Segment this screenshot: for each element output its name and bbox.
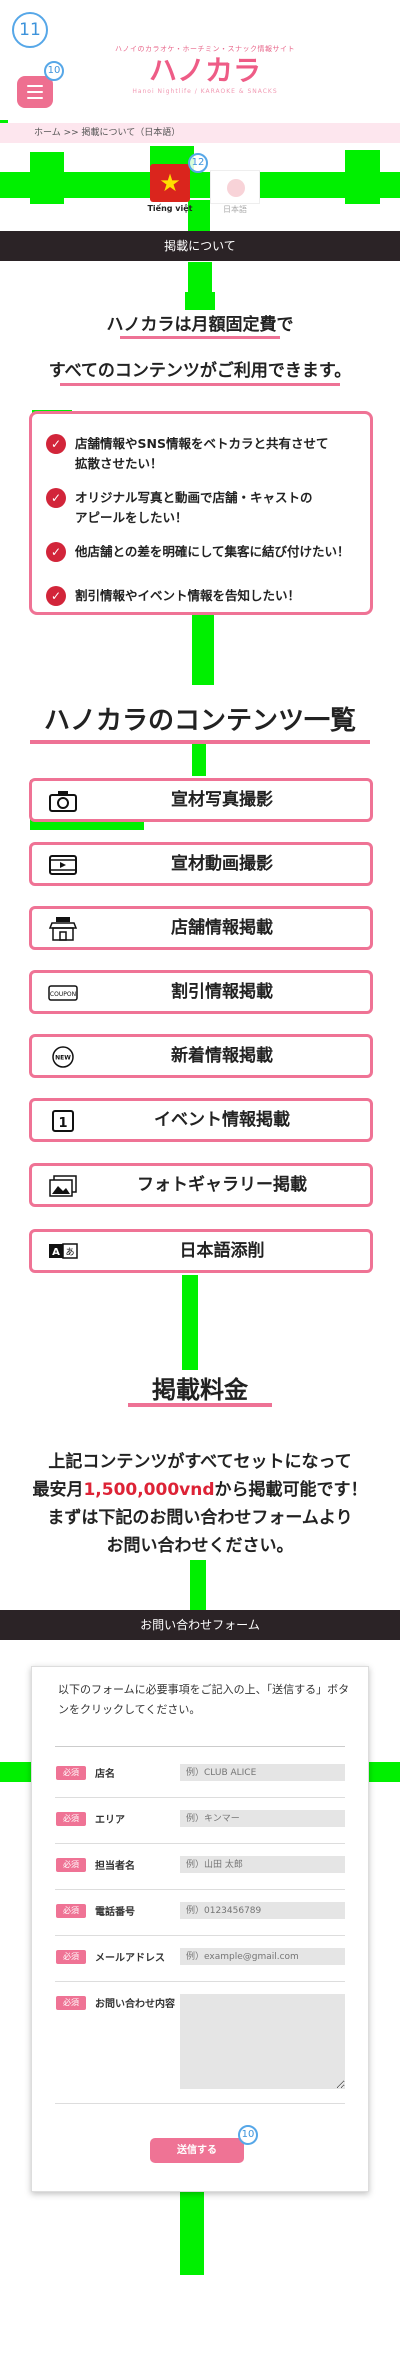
section-header-contact: お問い合わせフォーム — [0, 1610, 400, 1640]
fee-heading: 掲載料金 — [152, 1376, 248, 1404]
overlay-bar — [192, 740, 206, 776]
event-icon: 1 — [52, 1110, 74, 1132]
benefit-item: ✓ 店舗情報やSNS情報をベトカラと共有させて 拡散させたい！ — [46, 434, 356, 474]
content-item-gallery[interactable]: フォトギャラリー掲載 — [29, 1163, 373, 1207]
form-row-contact-person: 必須 担当者名 — [55, 1844, 345, 1890]
check-icon: ✓ — [46, 586, 66, 606]
benefit-item: ✓ 割引情報やイベント情報を告知したい！ — [46, 586, 356, 606]
overlay-badge: 11 — [12, 12, 48, 48]
email-input[interactable] — [180, 1948, 345, 1965]
star-icon: ★ — [159, 169, 181, 197]
submit-button[interactable]: 送信する — [150, 2138, 244, 2163]
content-item-event[interactable]: 1 イベント情報掲載 — [29, 1098, 373, 1142]
heading-underline — [120, 336, 280, 339]
required-badge: 必須 — [56, 1812, 86, 1826]
overlay-badge: 10 — [238, 2125, 258, 2145]
check-icon: ✓ — [46, 488, 66, 508]
intro-heading-line2: すべてのコンテンツがご利用できます。 — [48, 361, 352, 381]
content-item-translate[interactable]: Aあ 日本語添削 — [29, 1229, 373, 1273]
vietnam-flag-icon[interactable]: ★ — [150, 164, 190, 202]
section-header-about: 掲載について — [0, 231, 400, 261]
content-item-video[interactable]: 宣材動画撮影 — [29, 842, 373, 886]
benefit-item: ✓ 他店舗との差を明確にして集客に結び付けたい！ — [46, 542, 356, 562]
price-value: 1,500,000vnd — [83, 1480, 215, 1500]
overlay-bar — [188, 262, 212, 294]
fee-description: 上記コンテンツがすべてセットになって 最安月1,500,000vndから掲載可能… — [32, 1452, 368, 1556]
form-row-phone: 必須 電話番号 — [55, 1890, 345, 1936]
content-item-shop[interactable]: 店舗情報掲載 — [29, 906, 373, 950]
logo-title: ハノカラ — [148, 54, 261, 87]
site-logo[interactable]: ハノイのカラオケ・ホーチミン・スナック情報サイト ハノカラ Hanoi Nigh… — [100, 44, 310, 95]
breadcrumb[interactable]: ホーム >> 掲載について（日本語） — [0, 123, 400, 143]
form-row-area: 必須 エリア — [55, 1798, 345, 1844]
form-row-message: 必須 お問い合わせ内容 — [55, 1982, 345, 2104]
required-badge: 必須 — [56, 1950, 86, 1964]
message-textarea[interactable] — [180, 1994, 345, 2089]
content-item-news[interactable]: NEW 新着情報掲載 — [29, 1034, 373, 1078]
overlay-bar — [192, 615, 214, 685]
required-badge: 必須 — [56, 1858, 86, 1872]
gallery-icon — [49, 1175, 77, 1197]
video-icon — [49, 855, 77, 875]
shop-name-input[interactable] — [180, 1764, 345, 1781]
svg-text:A: A — [52, 1247, 60, 1258]
area-input[interactable] — [180, 1810, 345, 1827]
content-item-photo[interactable]: 宣材写真撮影 — [29, 778, 373, 822]
check-icon: ✓ — [46, 434, 66, 454]
overlay-bar — [182, 1275, 198, 1370]
logo-tagline: ハノイのカラオケ・ホーチミン・スナック情報サイト — [115, 45, 295, 53]
required-badge: 必須 — [56, 1904, 86, 1918]
language-label-japanese[interactable]: 日本語 — [210, 204, 260, 215]
required-badge: 必須 — [56, 1766, 86, 1780]
svg-text:あ: あ — [65, 1247, 74, 1258]
required-badge: 必須 — [56, 1996, 86, 2010]
heading-underline — [60, 383, 340, 386]
heading-underline — [128, 1403, 272, 1407]
translate-icon: Aあ — [49, 1243, 78, 1259]
language-label-vietnamese[interactable]: Tiếng việt — [140, 204, 200, 213]
intro-heading-line1: ハノカラは月額固定費で — [106, 315, 294, 335]
form-row-shop-name: 必須 店名 — [55, 1752, 345, 1798]
overlay-bar — [190, 1560, 206, 1615]
divider — [55, 1746, 345, 1747]
menu-button[interactable] — [17, 76, 53, 108]
benefit-item: ✓ オリジナル写真と動画で店舗・キャストの アピールをしたい！ — [46, 488, 356, 528]
japan-flag-icon[interactable] — [210, 170, 260, 204]
form-instructions: 以下のフォームに必要事項をご記入の上、「送信する」ボタンをクリックしてください。 — [58, 1683, 350, 1716]
shop-icon — [48, 917, 78, 941]
camera-icon — [49, 791, 77, 812]
svg-text:COUPON: COUPON — [50, 991, 76, 998]
site-header: ハノイのカラオケ・ホーチミン・スナック情報サイト ハノカラ Hanoi Nigh… — [0, 0, 400, 120]
svg-text:1: 1 — [58, 1116, 67, 1131]
phone-input[interactable] — [180, 1902, 345, 1919]
overlay-badge: 12 — [188, 153, 208, 173]
content-item-coupon[interactable]: COUPON 割引情報掲載 — [29, 970, 373, 1014]
contact-person-input[interactable] — [180, 1856, 345, 1873]
form-row-email: 必須 メールアドレス — [55, 1936, 345, 1982]
new-icon: NEW — [52, 1046, 74, 1068]
benefits-box: ✓ 店舗情報やSNS情報をベトカラと共有させて 拡散させたい！ ✓ オリジナル写真… — [29, 411, 373, 615]
logo-subtitle: Hanoi Nightlife / KARAOKE & SNACKS — [132, 88, 278, 95]
check-icon: ✓ — [46, 542, 66, 562]
coupon-icon: COUPON — [48, 985, 78, 1001]
heading-underline — [30, 740, 370, 744]
overlay-bar — [185, 292, 215, 310]
overlay-badge: 10 — [44, 61, 64, 81]
svg-text:NEW: NEW — [55, 1055, 71, 1062]
contents-heading: ハノカラのコンテンツ一覧 — [43, 706, 356, 736]
hamburger-icon — [27, 85, 43, 87]
